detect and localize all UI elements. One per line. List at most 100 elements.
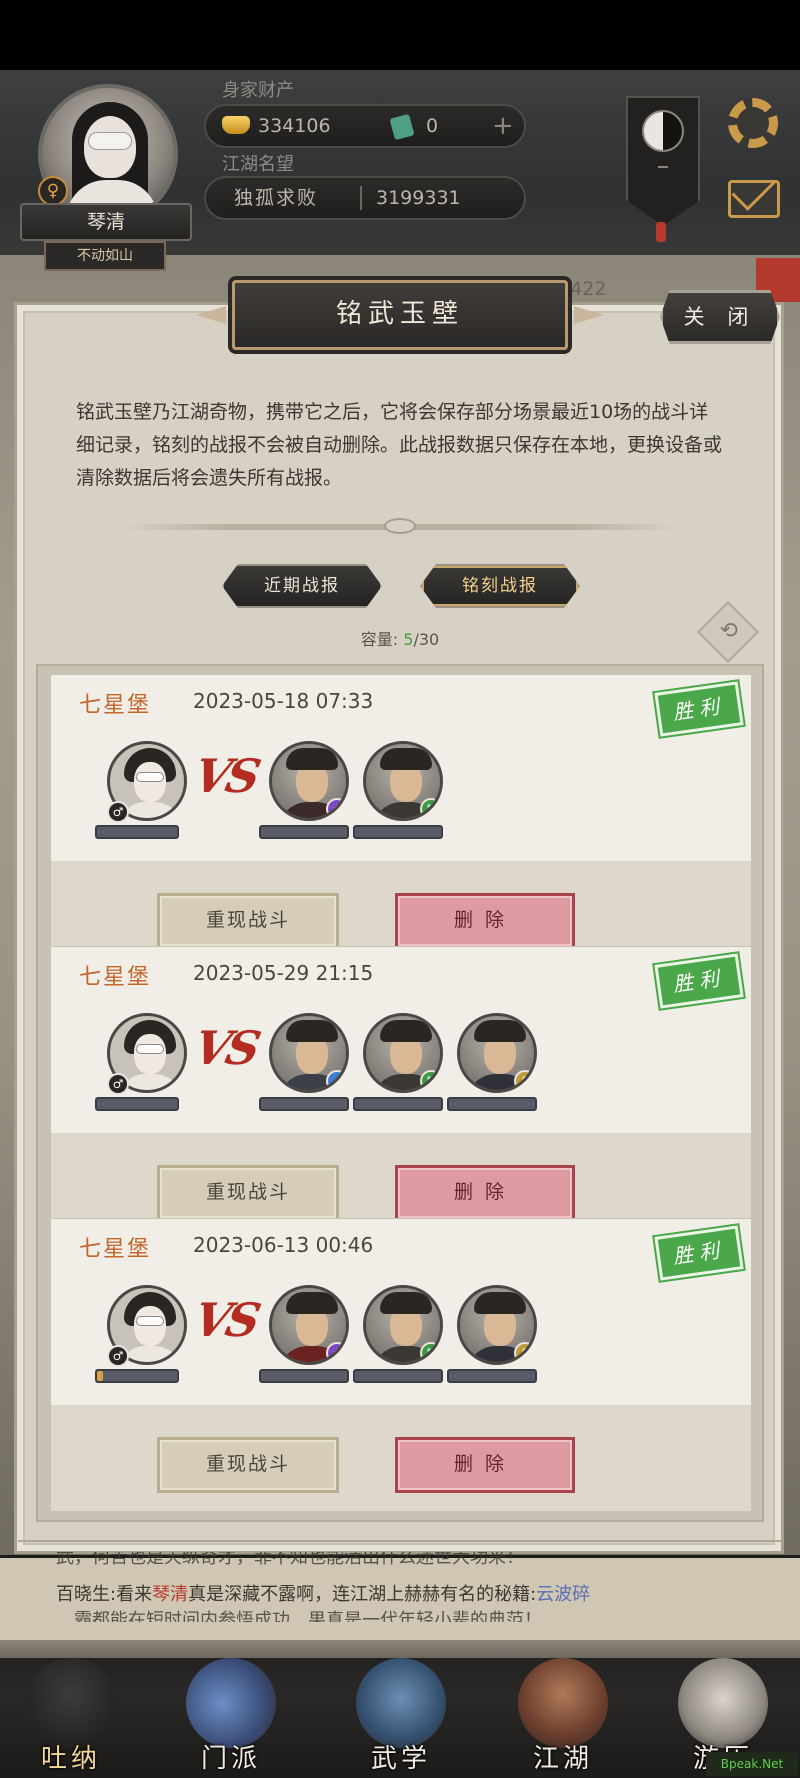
player-health-bar	[95, 825, 179, 839]
reputation-bar: 独孤求败 3199331	[204, 176, 526, 220]
opponent-health-bar	[447, 1097, 537, 1111]
nav-label-martial: 武学	[370, 1744, 431, 1774]
faction-icon: ✎	[420, 1070, 440, 1090]
player-name: 琴清	[20, 203, 192, 241]
opponent-avatar: ✎	[363, 1285, 443, 1365]
avatar-mask	[136, 1316, 164, 1326]
avatar-hair	[380, 1020, 432, 1042]
nav-martial[interactable]: 武学	[346, 1658, 456, 1776]
avatar-hair	[474, 1020, 526, 1042]
reputation-label: 江湖名望	[222, 154, 294, 175]
avatar-face	[134, 1034, 166, 1074]
nav-tuna[interactable]: 吐纳	[16, 1658, 126, 1776]
nav-label-tuna: 吐纳	[40, 1744, 101, 1774]
vs-emblem: VS	[189, 1293, 262, 1347]
avatar-face	[134, 762, 166, 802]
player-health-bar	[95, 1369, 179, 1383]
opponent-health-bar	[259, 1369, 349, 1383]
refresh-icon: ⟲	[719, 618, 738, 644]
reputation-separator	[360, 186, 362, 210]
capacity-current: 5	[403, 630, 414, 649]
battle-card: 七星堡 2023-06-13 00:46 胜利 ♂ VS ✦ ✎ ♞ 重现战斗 删除	[50, 1218, 752, 1511]
sect-icon	[186, 1658, 276, 1748]
taiji-banner[interactable]	[626, 96, 700, 226]
chat-line-1: 武，何苦也是天纵奇才，菲不知也能活出什么迷世大功来！	[56, 1552, 524, 1568]
banner-tassel	[656, 222, 666, 242]
reputation-value: 3199331	[376, 187, 461, 209]
player-title: 不动如山	[44, 241, 166, 271]
meditation-icon	[26, 1658, 116, 1748]
avatar-hair	[380, 748, 432, 770]
opponent-avatar: ♞	[457, 1285, 537, 1365]
opponent-avatar: ✎	[363, 1013, 443, 1093]
dialog-title: 铭武玉壁	[232, 280, 568, 350]
faction-icon: ♞	[514, 1342, 534, 1362]
jianghu-icon	[518, 1658, 608, 1748]
delete-battle-button[interactable]: 删除	[395, 893, 575, 949]
divider-ornament	[384, 518, 416, 534]
martial-scroll-icon	[356, 1658, 446, 1748]
add-currency-button[interactable]: +	[492, 106, 514, 146]
nav-sect[interactable]: 门派	[176, 1658, 286, 1776]
battle-location: 七星堡	[79, 965, 152, 990]
replay-battle-button[interactable]: 重现战斗	[157, 1165, 339, 1221]
faction-icon: ✦	[326, 798, 346, 818]
chat-line-2: 百晓生:看来琴清真是深藏不露啊，连江湖上赫赫有名的秘籍:云波碎	[56, 1580, 590, 1606]
faction-icon: ✎	[420, 1342, 440, 1362]
battle-timestamp: 2023-06-13 00:46	[193, 1233, 374, 1257]
vs-emblem: VS	[189, 749, 262, 803]
faction-icon: ☁	[326, 1070, 346, 1090]
mail-icon[interactable]	[728, 180, 780, 218]
opponent-avatar: ☁	[269, 1013, 349, 1093]
gold-ingot-icon	[222, 116, 250, 134]
opponent-avatar: ✎	[363, 741, 443, 821]
battle-list[interactable]: 七星堡 2023-05-18 07:33 胜利 ♂ VS ✦ ✎ 重现战斗 删除 七星堡 2023-…	[36, 664, 764, 1522]
chat-highlight-name: 琴清	[152, 1584, 189, 1605]
tab-recent-reports[interactable]: 近期战报	[222, 564, 382, 608]
delete-battle-button[interactable]: 删除	[395, 1437, 575, 1493]
delete-battle-button[interactable]: 删除	[395, 1165, 575, 1221]
close-button[interactable]: 关 闭	[660, 290, 780, 344]
avatar-hair	[380, 1292, 432, 1314]
watermark: Bpeak.Net	[706, 1752, 798, 1776]
opponent-health-bar	[447, 1369, 537, 1383]
assets-label: 身家财产	[222, 80, 294, 101]
settings-gear-icon[interactable]	[728, 98, 778, 148]
jade-token-icon	[389, 113, 415, 141]
chat-highlight-skill: 云波碎	[536, 1584, 591, 1605]
battle-card: 七星堡 2023-05-29 21:15 胜利 ♂ VS ☁ ✎ ♞ 重现战斗 删除	[50, 946, 752, 1239]
taiji-icon	[642, 110, 684, 152]
nav-jianghu[interactable]: 江湖	[508, 1658, 618, 1776]
chat-line-3: …霸都能在短时间内参悟成功，果真是一代年轻小辈的典范！	[56, 1610, 542, 1622]
capacity-label: 容量:	[360, 630, 399, 649]
status-bar-area	[0, 0, 800, 70]
replay-battle-button[interactable]: 重现战斗	[157, 893, 339, 949]
male-icon: ♂	[107, 801, 129, 823]
avatar-hair	[474, 1292, 526, 1314]
battle-timestamp: 2023-05-18 07:33	[193, 689, 374, 713]
replay-battle-button[interactable]: 重现战斗	[157, 1437, 339, 1493]
avatar-mask	[136, 772, 164, 782]
opponent-health-bar	[353, 1369, 443, 1383]
capacity-max: /30	[413, 630, 440, 649]
avatar-hair	[286, 1020, 338, 1042]
portrait-mask	[88, 132, 132, 150]
male-icon: ♂	[107, 1073, 129, 1095]
tab-engraved-reports[interactable]: 铭刻战报	[420, 564, 580, 608]
vs-emblem: VS	[189, 1021, 262, 1075]
capacity-readout: 容量: 5/30	[340, 626, 460, 650]
battle-timestamp: 2023-05-29 21:15	[193, 961, 374, 985]
opponent-health-bar	[353, 1097, 443, 1111]
health-fill	[97, 1371, 104, 1381]
battle-location: 七星堡	[79, 693, 152, 718]
avatar-face	[134, 1306, 166, 1346]
opponent-health-bar	[259, 825, 349, 839]
banner-dash	[658, 166, 668, 168]
travel-horse-icon	[678, 1658, 768, 1748]
opponent-avatar: ✦	[269, 1285, 349, 1365]
gold-amount: 334106	[258, 115, 331, 137]
nav-label-sect: 门派	[200, 1744, 261, 1774]
opponent-health-bar	[353, 825, 443, 839]
reputation-title: 独孤求败	[234, 187, 319, 209]
panel-footer-ornament	[18, 1540, 782, 1550]
